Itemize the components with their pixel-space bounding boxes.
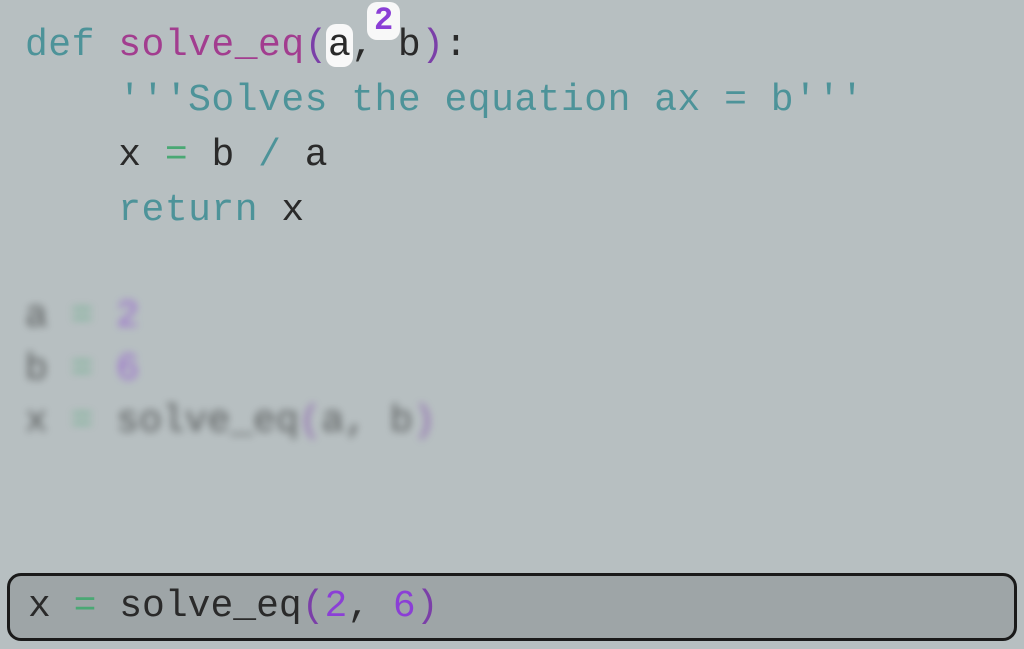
param-a-annotation: 2 xyxy=(367,2,400,40)
docstring-text: '''Solves the equation ax = b''' xyxy=(118,79,864,122)
code-line-assign: x = b / a xyxy=(25,128,999,183)
close-paren: ) xyxy=(421,24,444,67)
return-var: x xyxy=(281,189,304,232)
blurred-line-1: a = 2 xyxy=(25,291,999,343)
param-b: b xyxy=(398,24,421,67)
code-line-docstring: '''Solves the equation ax = b''' xyxy=(25,73,999,128)
execution-bar: x = solve_eq(2, 6) xyxy=(7,573,1017,641)
blurred-line-3: x = solve_eq(a, b) xyxy=(25,396,999,448)
exec-var-x: x xyxy=(28,585,51,628)
code-line-return: return x xyxy=(25,183,999,238)
var-x: x xyxy=(118,134,141,177)
exec-arg1: 2 xyxy=(325,585,348,628)
function-name: solve_eq xyxy=(118,24,304,67)
exec-equals: = xyxy=(74,585,97,628)
open-paren: ( xyxy=(305,24,328,67)
exec-close-paren: ) xyxy=(416,585,439,628)
blurred-line-2: b = 6 xyxy=(25,344,999,396)
execution-line: x = solve_eq(2, 6) xyxy=(28,584,996,630)
param-a: a xyxy=(326,24,353,67)
code-editor-main: def solve_eq(a, b): '''Solves the equati… xyxy=(0,0,1024,256)
exec-open-paren: ( xyxy=(302,585,325,628)
var-a: a xyxy=(305,134,328,177)
div-op: / xyxy=(258,134,281,177)
exec-comma: , xyxy=(347,585,393,628)
var-b: b xyxy=(211,134,234,177)
equals-op: = xyxy=(165,134,188,177)
colon: : xyxy=(445,24,468,67)
code-line-def: def solve_eq(a, b): xyxy=(25,18,999,73)
code-editor-blurred: a = 2 b = 6 x = solve_eq(a, b) xyxy=(0,291,1024,448)
exec-fn-name: solve_eq xyxy=(119,585,301,628)
exec-arg2: 6 xyxy=(393,585,416,628)
keyword-return: return xyxy=(118,189,281,232)
keyword-def: def xyxy=(25,24,118,67)
